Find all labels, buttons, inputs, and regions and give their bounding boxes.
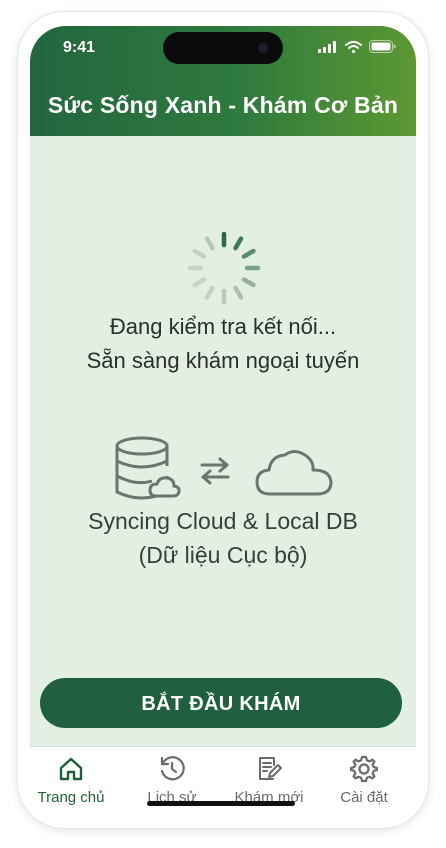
history-icon bbox=[160, 756, 185, 781]
app-title: Sức Sống Xanh - Khám Cơ Bản bbox=[47, 92, 399, 118]
database-cloud-icon bbox=[115, 436, 181, 500]
tab-new-exam[interactable]: Khám mới bbox=[221, 755, 317, 806]
gear-icon bbox=[350, 755, 378, 783]
new-exam-icon bbox=[259, 757, 282, 780]
wifi-icon bbox=[345, 40, 362, 53]
home-icon bbox=[59, 757, 83, 781]
app-header: 9:41 Sức Sống Xanh - Khám Cơ Bản bbox=[30, 26, 416, 136]
start-exam-button[interactable]: BẮT ĐẦU KHÁM bbox=[40, 678, 402, 728]
sync-arrows-icon bbox=[200, 457, 230, 485]
tab-home[interactable]: Trang chủ bbox=[30, 755, 119, 806]
sync-illustration bbox=[114, 436, 334, 506]
cloud-icon bbox=[255, 450, 333, 496]
offline-ready-text: Sẵn sàng khám ngoại tuyến bbox=[86, 348, 360, 373]
phone-frame: 9:41 Sức Sống Xanh - Khám Cơ Bản Đang ki… bbox=[18, 12, 428, 828]
home-indicator bbox=[147, 801, 295, 806]
tab-settings[interactable]: Cài đặt bbox=[316, 755, 412, 806]
app-screen: 9:41 Sức Sống Xanh - Khám Cơ Bản Đang ki… bbox=[30, 26, 416, 818]
status-time: 9:41 bbox=[63, 39, 96, 56]
bottom-tab-bar: Trang chủ Lịch sử Khám mới Cài đặt bbox=[30, 746, 416, 818]
connection-status-text: Đang kiểm tra kết nối... bbox=[109, 314, 337, 339]
signal-icon bbox=[318, 40, 336, 53]
status-icons bbox=[318, 40, 396, 53]
tab-history[interactable]: Lịch sử bbox=[124, 755, 220, 806]
sync-status-text: Syncing Cloud & Local DB bbox=[88, 508, 358, 534]
tab-label: Cài đặt bbox=[340, 789, 388, 806]
local-data-text: (Dữ liệu Cục bộ) bbox=[138, 542, 308, 568]
camera-icon bbox=[258, 43, 268, 53]
tab-label: Trang chủ bbox=[37, 789, 105, 806]
battery-icon bbox=[369, 40, 396, 53]
loading-spinner-icon bbox=[187, 231, 261, 305]
